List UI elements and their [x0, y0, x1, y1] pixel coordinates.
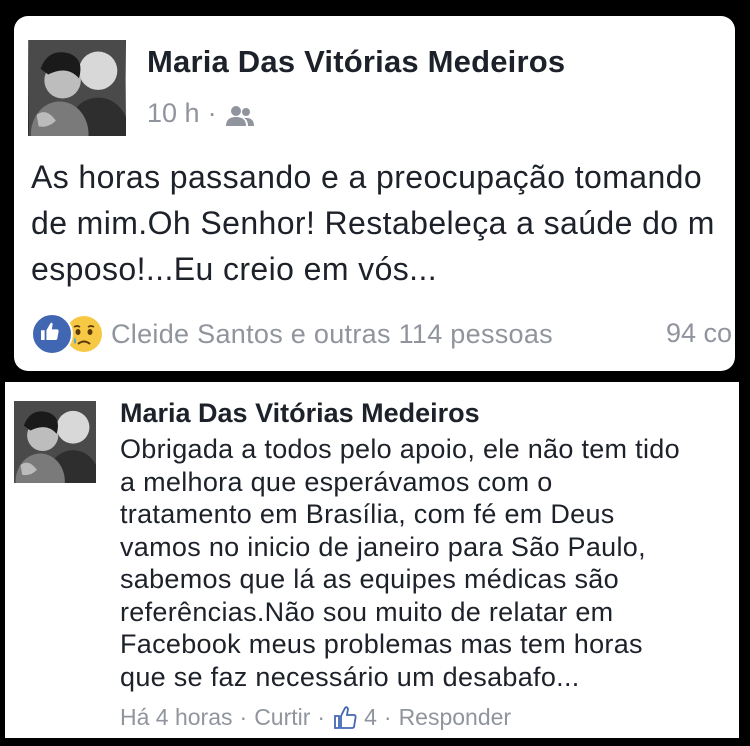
comment-author-avatar[interactable] — [14, 401, 96, 483]
post-timestamp[interactable]: 10 h — [147, 98, 200, 129]
like-count: 4 — [364, 704, 377, 730]
comment-text-line: tratamento em Brasília, com fé em Deus — [120, 499, 615, 529]
comment-author-name[interactable]: Maria Das Vitórias Medeiros — [120, 398, 480, 429]
reply-link[interactable]: Responder — [399, 704, 512, 731]
comment-text-line: sabemos que lá as equipes médicas são — [120, 564, 619, 594]
comment-text-line: Facebook meus problemas mas tem horas — [120, 629, 643, 659]
avatar-photo — [14, 401, 96, 483]
thumbs-up-icon[interactable] — [332, 705, 358, 731]
post-card: Maria Das Vitórias Medeiros 10 h · As ho… — [14, 16, 735, 371]
avatar-photo — [29, 40, 126, 136]
reactions-text: Cleide Santos e outras 114 pessoas — [111, 318, 553, 349]
comment-text-line: que se faz necessário um desabafo... — [120, 661, 580, 692]
comment-card: Maria Das Vitórias Medeiros Obrigada a t… — [5, 382, 739, 738]
post-text-line: As horas passando e a preocupação tomand… — [31, 159, 703, 195]
like-icon — [31, 313, 73, 355]
comment-text-line: a melhora que esperávamos com o — [120, 466, 553, 497]
comment-timestamp[interactable]: Há 4 horas — [120, 704, 233, 731]
friends-icon[interactable] — [225, 103, 255, 126]
action-separator: · — [239, 704, 248, 730]
post-author-avatar[interactable] — [28, 40, 126, 136]
comment-text-line: Obrigada a todos pelo apoio, ele não tem… — [120, 434, 680, 464]
reactions-summary[interactable]: Cleide Santos e outras 114 pessoas — [31, 313, 553, 355]
comment-text-line: vamos no inicio de janeiro para São Paul… — [120, 531, 646, 562]
meta-separator: · — [207, 98, 217, 128]
post-text-line: esposo!...Eu creio em vós... — [31, 251, 438, 287]
comment-text: Obrigada a todos pelo apoio, ele não tem… — [120, 433, 730, 693]
post-text-line: de mim.Oh Senhor! Restabeleça a saúde do… — [31, 205, 715, 241]
like-link[interactable]: Curtir — [254, 704, 310, 731]
comment-actions: Há 4 horas · Curtir · 4 · Responder — [120, 704, 511, 731]
action-separator: · — [317, 704, 326, 730]
post-text: As horas passando e a preocupação tomand… — [31, 154, 735, 292]
comments-count[interactable]: 94 co — [666, 318, 732, 349]
action-separator: · — [383, 704, 392, 730]
post-meta: 10 h · — [147, 98, 255, 129]
comment-text-line: referências.Não sou muito de relatar em — [120, 596, 614, 627]
post-author-name[interactable]: Maria Das Vitórias Medeiros — [147, 44, 565, 80]
